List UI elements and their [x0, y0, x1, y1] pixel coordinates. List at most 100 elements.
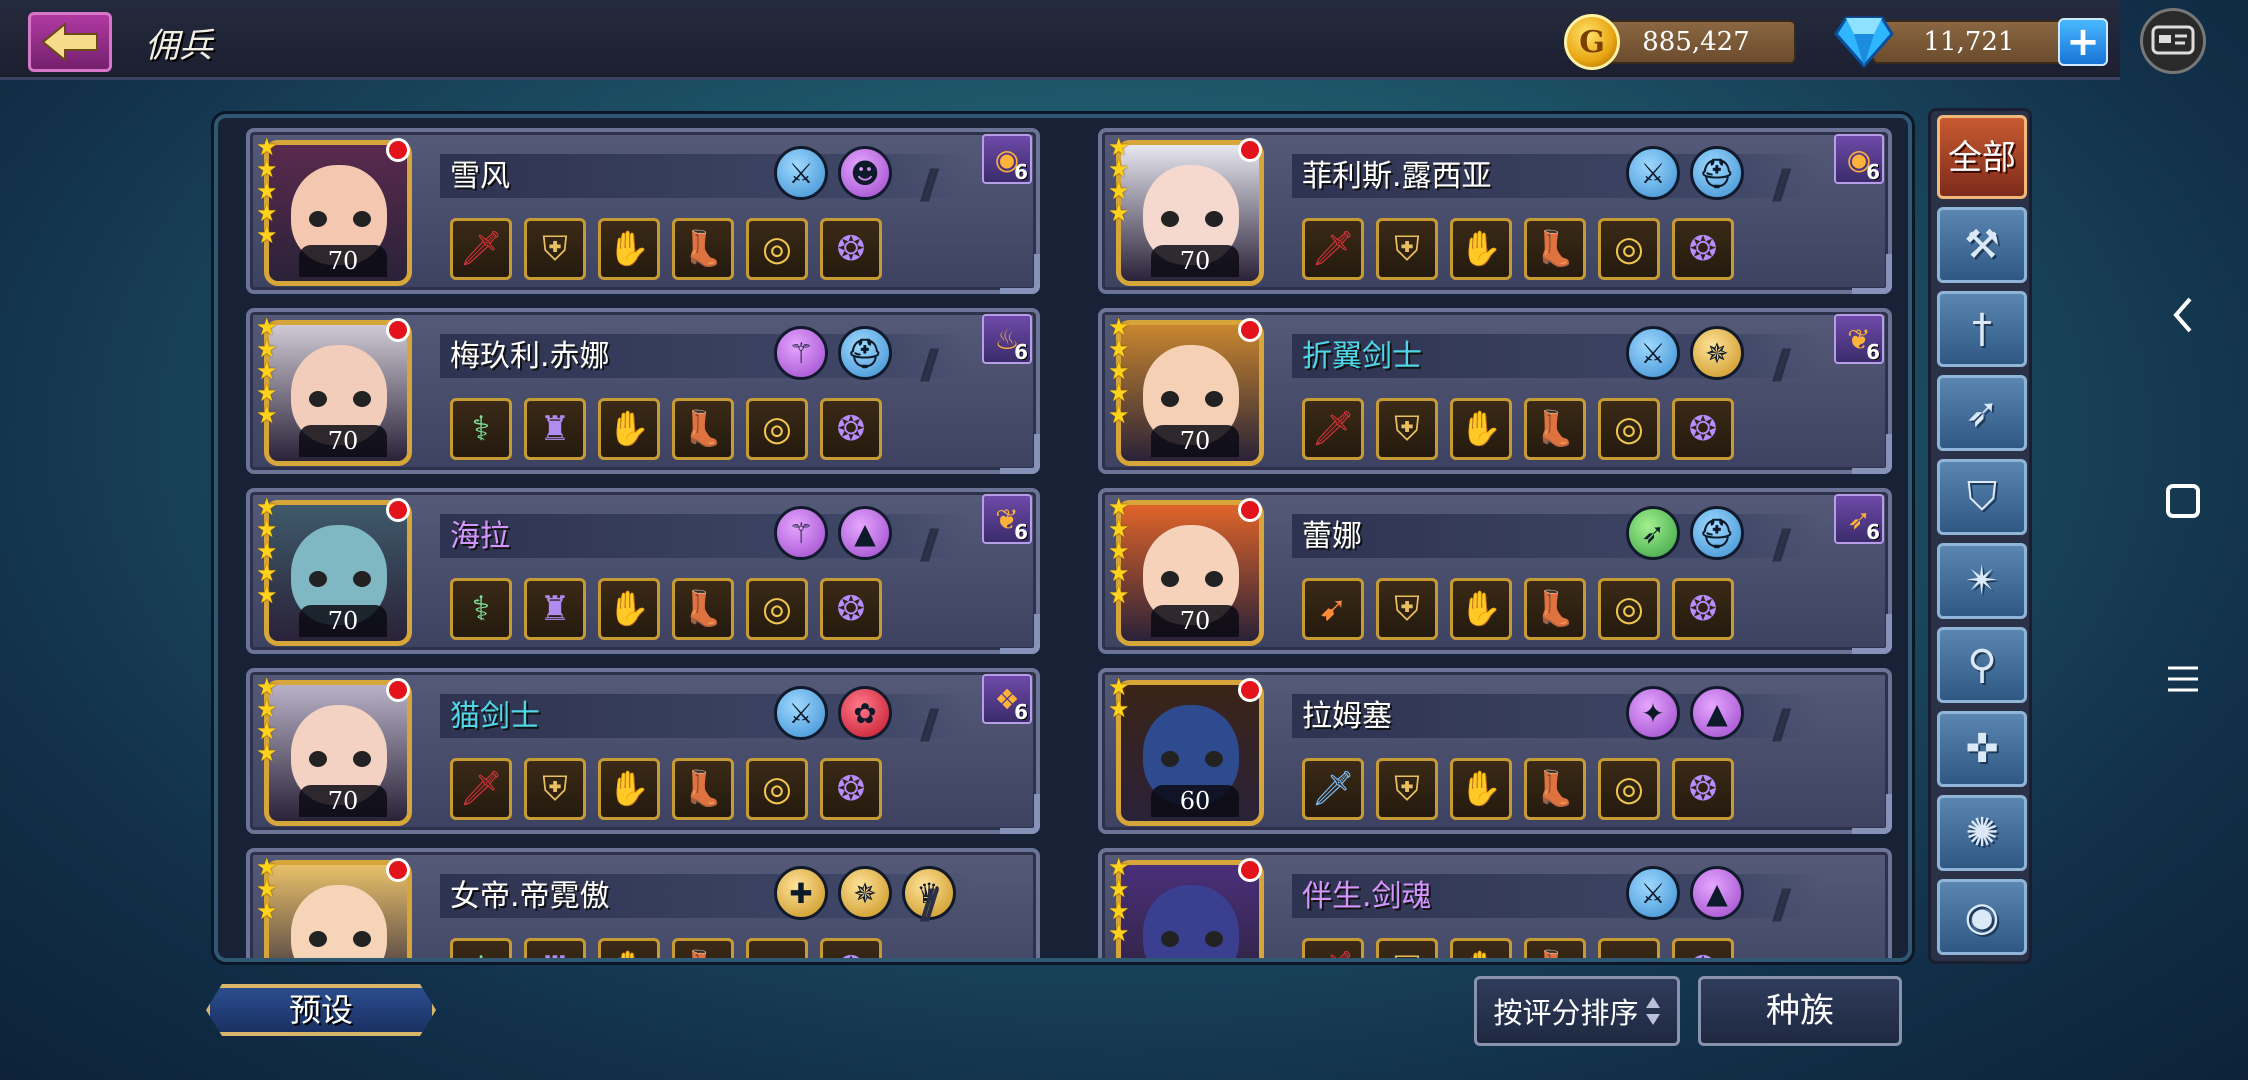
red-boot-icon[interactable]: 👢 — [672, 218, 734, 280]
shield-filter-button[interactable]: ⛉ — [1937, 459, 2027, 535]
gold-armor-icon[interactable]: ⛨ — [524, 758, 586, 820]
purple-robe-icon[interactable]: ♜ — [524, 398, 586, 460]
purple-amulet-icon[interactable]: ❂ — [1672, 218, 1734, 280]
sort-by-score-dropdown[interactable]: 按评分排序 — [1474, 976, 1680, 1046]
purple-amulet-icon[interactable]: ❂ — [820, 218, 882, 280]
gold-ring-icon[interactable]: ◎ — [1598, 758, 1660, 820]
red-gauntlet-icon[interactable]: ✋ — [1450, 218, 1512, 280]
system-menu-button[interactable] — [2148, 644, 2218, 714]
red-boot-icon[interactable]: 👢 — [672, 578, 734, 640]
red-gauntlet-icon[interactable]: ✋ — [1450, 578, 1512, 640]
mercenary-list-panel[interactable]: 70 ★ ★ ★ ★ ★ 雪风 ⚔ ☻//◉ 6 🗡 ⛨ ✋ 👢 ◎ ❂ 70 ★ ★ ★ ★ 菲利斯.露西亚 ⚔ ⛑//◉ 6… — [214, 114, 1912, 962]
green-staff-icon[interactable]: ⚕ — [450, 398, 512, 460]
gold-ring-icon[interactable]: ◎ — [1598, 218, 1660, 280]
bow-filter-button[interactable]: ➶ — [1937, 375, 2027, 451]
red-dagger-icon[interactable]: 🗡 — [1302, 398, 1364, 460]
hero-portrait[interactable]: 70 — [264, 500, 412, 646]
purple-amulet-icon[interactable]: ❂ — [820, 578, 882, 640]
purple-amulet-icon[interactable]: ❂ — [1672, 578, 1734, 640]
gold-armor-icon[interactable]: ⛨ — [1376, 398, 1438, 460]
race-filter-button[interactable]: 种族 — [1698, 976, 1902, 1046]
gold-ring-icon[interactable]: ◎ — [746, 218, 808, 280]
hero-name: 猫剑士 — [450, 699, 540, 734]
red-boot-icon[interactable]: 👢 — [1524, 938, 1586, 958]
red-boot-icon[interactable]: 👢 — [1524, 218, 1586, 280]
red-boot-icon[interactable]: 👢 — [1524, 578, 1586, 640]
hero-card[interactable]: ★★★女帝.帝霓傲✚✵♛//⚕♜✋👢◎❂ — [246, 848, 1040, 958]
gold-armor-icon[interactable]: ⛨ — [524, 218, 586, 280]
red-gauntlet-icon[interactable]: ✋ — [598, 758, 660, 820]
hero-portrait[interactable]: 70 — [1116, 500, 1264, 646]
gold-ring-icon[interactable]: ◎ — [1598, 578, 1660, 640]
hero-card[interactable]: 60 ★ ★ 拉姆塞 ✦ ▲ // 🗡 ⛨ ✋ 👢 ◎ ❂ — [1098, 668, 1892, 834]
system-back-button[interactable] — [2148, 280, 2218, 350]
red-gauntlet-icon[interactable]: ✋ — [598, 938, 660, 958]
red-dagger-icon[interactable]: 🗡 — [450, 758, 512, 820]
spiral-filter-button[interactable]: ✺ — [1937, 795, 2027, 871]
red-boot-icon[interactable]: 👢 — [1524, 758, 1586, 820]
red-gauntlet-icon[interactable]: ✋ — [1450, 938, 1512, 958]
gold-ring-icon[interactable]: ◎ — [746, 398, 808, 460]
hero-portrait[interactable]: 70 — [1116, 140, 1264, 286]
staff-filter-button[interactable]: ⚲ — [1937, 627, 2027, 703]
red-boot-icon[interactable]: 👢 — [672, 398, 734, 460]
green-staff-icon[interactable]: ⚕ — [450, 578, 512, 640]
gold-ring-icon[interactable]: ◎ — [746, 758, 808, 820]
red-dagger-icon[interactable]: 🗡 — [1302, 218, 1364, 280]
purple-amulet-icon[interactable]: ❂ — [1672, 758, 1734, 820]
hero-portrait[interactable]: 60 — [1116, 680, 1264, 826]
purple-amulet-icon[interactable]: ❂ — [820, 938, 882, 958]
green-staff-icon[interactable]: ⚕ — [450, 938, 512, 958]
gold-armor-icon[interactable]: ⛨ — [1376, 758, 1438, 820]
hammer-filter-button[interactable]: ⚒ — [1937, 207, 2027, 283]
hero-card[interactable]: 70 ★ ★ ★ ★ 猫剑士 ⚔ ✿ // ❖ 6 🗡 ⛨ ✋ 👢 ◎ ❂ — [246, 668, 1040, 834]
fire-bow-icon[interactable]: ➹ — [1302, 578, 1364, 640]
circle-filter-button[interactable]: ◉ — [1937, 879, 2027, 955]
red-dagger-icon[interactable]: 🗡 — [450, 218, 512, 280]
hero-card[interactable]: 70 ★ ★ ★ ★ ★ 雪风 ⚔ ☻ // ◉ 6 🗡 ⛨ ✋ 👢 ◎ ❂ — [246, 128, 1040, 294]
hero-card[interactable]: 70 ★ ★ ★ ★ ★ 海拉 ⚚ ▲ // ❦ 6 ⚕ ♜ ✋ 👢 ◎ ❂ — [246, 488, 1040, 654]
back-button[interactable] — [28, 12, 112, 72]
cross-filter-button[interactable]: ✜ — [1937, 711, 2027, 787]
shuriken-filter-button[interactable]: ✴ — [1937, 543, 2027, 619]
red-boot-icon[interactable]: 👢 — [1524, 398, 1586, 460]
phoenix-emblem-icon: ❦ 6 — [982, 494, 1032, 544]
gold-armor-icon[interactable]: ⛨ — [1376, 578, 1438, 640]
red-gauntlet-icon[interactable]: ✋ — [598, 398, 660, 460]
gold-ring-icon[interactable]: ◎ — [1598, 398, 1660, 460]
hero-portrait[interactable]: 70 — [264, 320, 412, 466]
red-gauntlet-icon[interactable]: ✋ — [1450, 758, 1512, 820]
gold-armor-icon[interactable]: ⛨ — [1376, 938, 1438, 958]
sword-filter-button[interactable]: † — [1937, 291, 2027, 367]
purple-amulet-icon[interactable]: ❂ — [1672, 398, 1734, 460]
hero-portrait[interactable]: 70 — [264, 680, 412, 826]
red-gauntlet-icon[interactable]: ✋ — [1450, 398, 1512, 460]
hero-portrait[interactable]: 70 — [1116, 320, 1264, 466]
blue-sword-icon[interactable]: 🗡 — [1302, 758, 1364, 820]
red-boot-icon[interactable]: 👢 — [672, 938, 734, 958]
purple-robe-icon[interactable]: ♜ — [524, 578, 586, 640]
hero-card[interactable]: 70 ★ ★ ★ ★ ★ 梅玖利.赤娜 ⚚ ⛑ // ♨ 6 ⚕ ♜ ✋ 👢 ◎ ❂ — [246, 308, 1040, 474]
chat-button[interactable] — [2140, 8, 2206, 74]
gold-armor-icon[interactable]: ⛨ — [1376, 218, 1438, 280]
purple-robe-icon[interactable]: ♜ — [524, 938, 586, 958]
gold-ring-icon[interactable]: ◎ — [746, 578, 808, 640]
system-home-button[interactable] — [2148, 466, 2218, 536]
purple-amulet-icon[interactable]: ❂ — [820, 758, 882, 820]
hero-card[interactable]: 70 ★ ★ ★ ★ ★ 折翼剑士 ⚔ ✵ // ❦ 6 🗡 ⛨ ✋ 👢 ◎ ❂ — [1098, 308, 1892, 474]
hero-card[interactable]: 70 ★ ★ ★ ★ 菲利斯.露西亚 ⚔ ⛑ // ◉ 6 🗡 ⛨ ✋ 👢 ◎ ❂ — [1098, 128, 1892, 294]
gold-ring-icon[interactable]: ◎ — [1598, 938, 1660, 958]
preset-button[interactable]: 预设 — [206, 984, 436, 1036]
purple-amulet-icon[interactable]: ❂ — [820, 398, 882, 460]
filter-all-button[interactable]: 全部 — [1937, 115, 2027, 199]
red-dagger-icon[interactable]: 🗡 — [1302, 938, 1364, 958]
hero-card[interactable]: ★★★★ 伴生.剑魂 ⚔▲ // 🗡 ⛨ ✋ 👢 ◎ ❂ — [1098, 848, 1892, 958]
gold-ring-icon[interactable]: ◎ — [746, 938, 808, 958]
hero-portrait[interactable]: 70 — [264, 140, 412, 286]
red-gauntlet-icon[interactable]: ✋ — [598, 578, 660, 640]
hero-card[interactable]: 70 ★ ★ ★ ★ ★ 蕾娜 ➶ ⛑//➶ 6 ➹ ⛨ ✋ 👢 ◎ ❂ — [1098, 488, 1892, 654]
purple-amulet-icon[interactable]: ❂ — [1672, 938, 1734, 958]
add-gems-button[interactable]: + — [2058, 18, 2108, 66]
red-boot-icon[interactable]: 👢 — [672, 758, 734, 820]
red-gauntlet-icon[interactable]: ✋ — [598, 218, 660, 280]
